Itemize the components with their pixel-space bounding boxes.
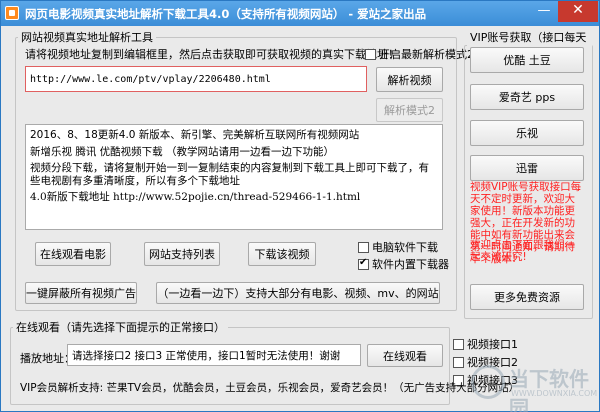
download-video-button[interactable]: 下载该视频 [248,242,316,266]
app-window: 网页电影视频真实地址解析下载工具4.0（支持所有视频网站） - 爱站之家出品 —… [0,0,600,412]
watermark-url: WWW.DOWNXIA.COM [511,389,598,398]
video-interface-1-box[interactable] [453,338,464,350]
title-bar[interactable]: 网页电影视频真实地址解析下载工具4.0（支持所有视频网站） - 爱站之家出品 —… [1,1,599,26]
builtin-downloader-box[interactable] [358,257,369,270]
minimize-button[interactable]: — [531,1,557,22]
memo-line: 新增乐视 腾讯 优酷视频下载 （教学网站请用一边看一边下功能） [30,145,335,158]
close-button[interactable]: ✕ [558,1,598,22]
instruction-text: 请将视频地址复制到编辑框里，然后点击获取即可获取视频的真实下载地址！ [25,48,399,61]
builtin-downloader-checkbox[interactable]: 软件内置下载器 [358,256,449,272]
supported-sites-button[interactable]: 网站支持列表 [144,242,220,266]
window-title: 网页电影视频真实地址解析下载工具4.0（支持所有视频网站） - 爱站之家出品 [25,7,427,21]
vip-letv-button[interactable]: 乐视 [470,120,584,146]
video-url-input[interactable]: http://www.le.com/ptv/vplay/2206480.html [25,66,367,92]
more-free-resources-button[interactable]: 更多免费资源 [470,284,584,310]
play-address-input[interactable]: 请选择接口2 接口3 正常使用，接口1暂时无法使用！谢谢 [67,344,361,366]
watermark-logo-icon [471,365,505,399]
watch-and-download-button[interactable]: （一边看一边下）支持大部分有电影、视频、mv、的网站 [156,282,440,304]
memo-line: 视频分段下载，请将复制开始一到一复制结束的内容复制到下载工具上即可下载了，有些电… [30,162,429,187]
video-interface-2-box[interactable] [453,356,464,368]
video-url-value: http://www.le.com/ptv/vplay/2206480.html [30,73,271,85]
join-discussion-notice: 欢迎点击下面跟我们一起交流研究! [470,239,575,263]
vip-xunlei-button[interactable]: 迅雷 [470,155,584,181]
info-textarea[interactable]: 2016、8、18更新4.0 新版本、新引擎、完美解析互联网所有视频网站 新增乐… [25,124,443,230]
builtin-downloader-label: 软件内置下载器 [372,258,449,271]
watch-online-movie-button[interactable]: 在线观看电影 [35,242,111,266]
parse-mode2-button[interactable]: 解析模式2 [376,98,443,122]
online-watch-group-title: 在线观看（请先选择下面提示的正常接口） [16,321,225,334]
watermark: 当下软件园 WWW.DOWNXIA.COM [471,357,600,412]
video-interface-1-checkbox[interactable]: 视频接口1 [453,336,518,352]
mode2-checkbox-box[interactable] [365,48,376,60]
block-ads-button[interactable]: 一键屏蔽所有视频广告 [25,282,137,304]
mode2-checkbox-label: 开启最新解析模式2 [379,48,474,61]
memo-line: 4.0新版下载地址 http://www.52pojie.cn/thread-5… [30,191,361,204]
video-parse-group-title: 网站视频真实地址解析工具 [21,31,153,44]
pc-software-download-label: 电脑软件下载 [372,241,438,254]
parse-video-button[interactable]: 解析视频 [376,67,443,92]
pc-software-download-box[interactable] [358,241,369,253]
mode2-checkbox[interactable]: 开启最新解析模式2 [365,46,474,62]
play-address-value: 请选择接口2 接口3 正常使用，接口1暂时无法使用！谢谢 [72,349,341,362]
watermark-brand: 当下软件园 [509,367,589,412]
vip-support-text: VIP会员解析支持: 芒果TV会员，优酷会员，土豆会员，乐视会员，爱奇艺会员！（… [20,382,520,394]
video-interface-1-label: 视频接口1 [467,338,518,351]
vip-iqiyi-pps-button[interactable]: 爱奇艺 pps [470,84,584,110]
vip-youku-tudou-button[interactable]: 优酷 土豆 [470,47,584,73]
pc-software-download-checkbox[interactable]: 电脑软件下载 [358,239,438,255]
online-watch-button[interactable]: 在线观看 [367,344,443,367]
memo-line: 2016、8、18更新4.0 新版本、新引擎、完美解析互联网所有视频网站 [30,129,360,141]
app-icon [5,6,19,20]
